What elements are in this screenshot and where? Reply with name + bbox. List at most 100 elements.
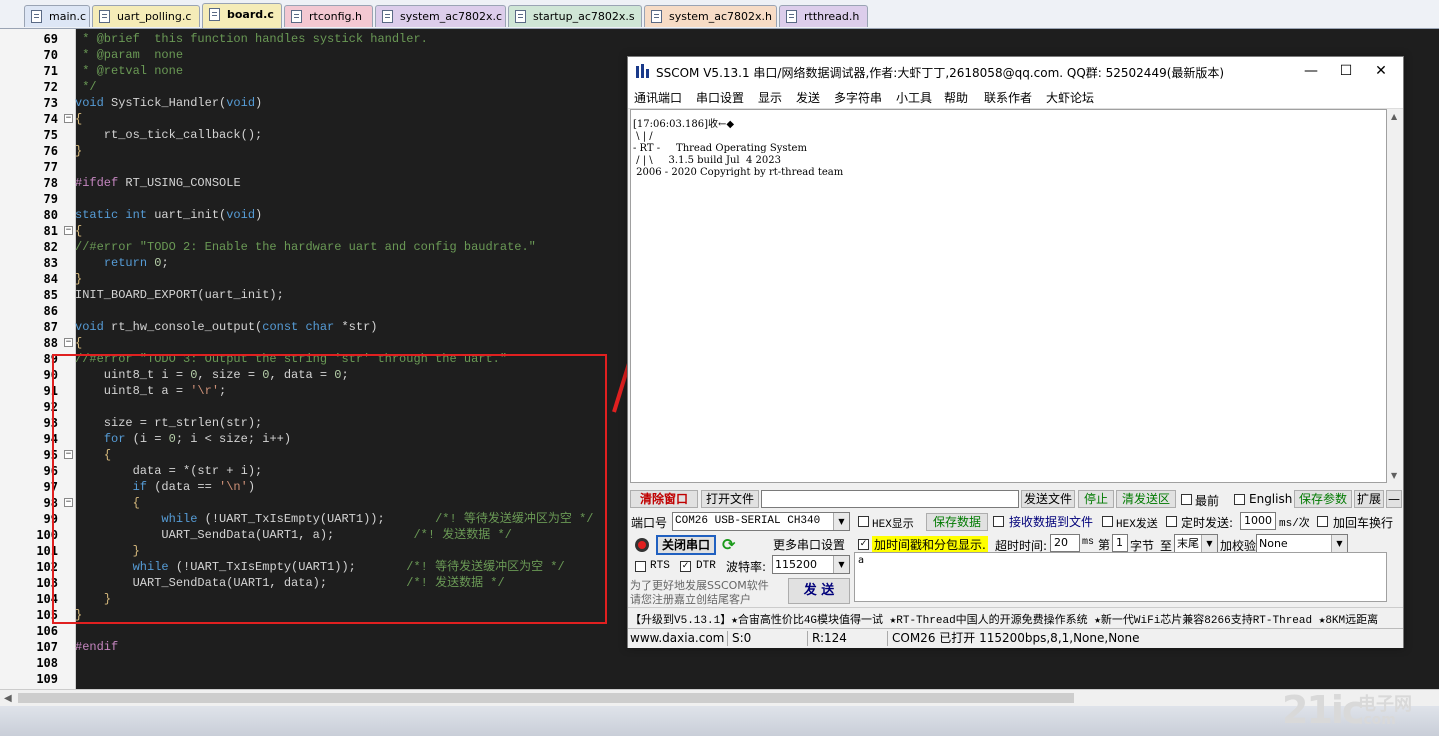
save-data-button[interactable]: 保存数据 — [926, 513, 988, 531]
menu-item[interactable]: 小工具 — [896, 89, 932, 106]
tab-main-c[interactable]: main.c — [24, 5, 90, 27]
file-icon — [291, 10, 302, 23]
tab-startup-ac7802x-s[interactable]: startup_ac7802x.s — [508, 5, 642, 27]
menu-item[interactable]: 发送 — [796, 89, 820, 106]
menu-item[interactable]: 显示 — [758, 89, 782, 106]
tab-board-c[interactable]: board.c — [202, 3, 282, 28]
code-token: ; — [161, 256, 169, 270]
menu-item[interactable]: 多字符串 — [834, 89, 882, 106]
tab-system-ac7802x-c[interactable]: system_ac7802x.c — [375, 5, 506, 27]
code-token: rt_os_tick_callback(); — [75, 128, 263, 142]
add-crlf-checkbox[interactable] — [1317, 516, 1328, 527]
code-line[interactable]: void rt_hw_console_output(const char *st… — [75, 319, 377, 335]
tab-system-ac7802x-h[interactable]: system_ac7802x.h — [644, 5, 777, 27]
sscom-window[interactable]: SSCOM V5.13.1 串口/网络数据调试器,作者:大虾丁丁,2618058… — [627, 56, 1404, 648]
port-status-icon — [635, 538, 649, 552]
tab-uart-polling-c[interactable]: uart_polling.c — [92, 5, 200, 27]
chevron-down-icon[interactable]: ▼ — [833, 513, 849, 530]
clear-send-button[interactable]: 清发送区 — [1116, 490, 1176, 508]
file-path-input[interactable] — [761, 490, 1019, 508]
port-select[interactable]: COM26 USB-SERIAL CH340 ▼ — [672, 512, 850, 531]
send-scrollbar[interactable] — [1388, 552, 1403, 602]
tab-rtconfig-h[interactable]: rtconfig.h — [284, 5, 373, 27]
scroll-thumb[interactable] — [18, 693, 1074, 703]
chevron-down-icon[interactable]: ▼ — [1331, 535, 1347, 552]
code-line[interactable]: * @retval none — [75, 63, 183, 79]
chevron-down-icon[interactable]: ▼ — [1201, 535, 1217, 552]
code-line[interactable]: void SysTick_Handler(void) — [75, 95, 262, 111]
scroll-up-icon[interactable]: ▲ — [1391, 112, 1397, 121]
rts-checkbox[interactable] — [635, 561, 646, 572]
code-line[interactable]: } — [75, 143, 82, 159]
minimize-icon[interactable]: — — [1296, 61, 1326, 81]
code-line[interactable]: return 0; — [75, 255, 169, 271]
interval-input[interactable]: 1000 — [1240, 512, 1276, 530]
line-number: 75 — [43, 128, 58, 142]
stop-button[interactable]: 停止 — [1078, 490, 1114, 508]
send-input[interactable]: a — [854, 552, 1387, 602]
menu-item[interactable]: 大虾论坛 — [1046, 89, 1094, 106]
code-line[interactable]: //#error "TODO 2: Enable the hardware ua… — [75, 239, 536, 255]
maximize-icon[interactable]: ☐ — [1331, 61, 1361, 81]
nth-input[interactable]: 1 — [1112, 534, 1128, 552]
end-select[interactable]: 末尾 ▼ — [1174, 534, 1218, 553]
scroll-left-icon[interactable]: ◀ — [4, 693, 12, 704]
interval-unit: ms/次 — [1279, 518, 1310, 530]
code-line[interactable]: * @brief this function handles systick h… — [75, 31, 428, 47]
line-number: 73 — [43, 96, 58, 110]
clear-window-button[interactable]: 清除窗口 — [630, 490, 698, 508]
send-button[interactable]: 发 送 — [788, 578, 850, 604]
send-file-button[interactable]: 发送文件 — [1021, 490, 1075, 508]
menu-item[interactable]: 联系作者 — [984, 89, 1032, 106]
close-icon[interactable]: ✕ — [1366, 61, 1396, 81]
code-line[interactable]: #ifdef RT_USING_CONSOLE — [75, 175, 241, 191]
code-line[interactable]: rt_os_tick_callback(); — [75, 127, 262, 143]
promo-line-2[interactable]: 请您注册嘉立创结尾客户 — [630, 591, 751, 607]
more-settings-label[interactable]: 更多串口设置 — [773, 536, 845, 553]
save-params-button[interactable]: 保存参数 — [1294, 490, 1352, 508]
code-line[interactable]: #endif — [75, 639, 118, 655]
timeout-input[interactable]: 20 — [1050, 534, 1080, 552]
receive-area[interactable]: [17:06:03.186]收←◆ \ | / - RT - Thread Op… — [630, 109, 1387, 483]
hex-display-checkbox[interactable] — [858, 516, 869, 527]
news-ticker[interactable]: 【升级到V5.13.1】★合宙高性价比4G模块值得一试 ★RT-Thread中国… — [628, 607, 1403, 628]
checksum-select[interactable]: None ▼ — [1256, 534, 1348, 553]
code-line[interactable]: * @param none — [75, 47, 183, 63]
close-port-button[interactable]: 关闭串口 — [656, 535, 716, 555]
timed-send-checkbox[interactable] — [1166, 516, 1177, 527]
line-number: 93 — [43, 416, 58, 430]
hex-send-checkbox[interactable] — [1102, 516, 1113, 527]
code-line[interactable]: */ — [75, 79, 96, 95]
fold-toggle-icon[interactable]: − — [64, 338, 73, 347]
code-line[interactable]: INIT_BOARD_EXPORT(uart_init); — [75, 287, 284, 303]
fold-toggle-icon[interactable]: − — [64, 114, 73, 123]
topmost-checkbox[interactable] — [1181, 494, 1192, 505]
dtr-checkbox[interactable]: ✓ — [680, 561, 691, 572]
code-line[interactable]: static int uart_init(void) — [75, 207, 262, 223]
code-line[interactable]: { — [75, 223, 82, 239]
sscom-titlebar[interactable]: SSCOM V5.13.1 串口/网络数据调试器,作者:大虾丁丁,2618058… — [628, 57, 1403, 86]
code-token: return — [103, 256, 148, 270]
recv-to-file-label: 接收数据到文件 — [1009, 515, 1094, 529]
menu-item[interactable]: 串口设置 — [696, 89, 744, 106]
code-line[interactable]: { — [75, 335, 82, 351]
baud-select[interactable]: 115200 ▼ — [772, 555, 850, 574]
status-site[interactable]: www.daxia.com — [628, 631, 728, 646]
fold-toggle-icon[interactable]: − — [64, 226, 73, 235]
english-checkbox[interactable] — [1234, 494, 1245, 505]
code-line[interactable]: } — [75, 271, 82, 287]
menu-item[interactable]: 通讯端口 — [634, 89, 682, 106]
receive-scrollbar[interactable]: ▲ ▼ — [1388, 109, 1403, 483]
chevron-down-icon[interactable]: ▼ — [833, 556, 849, 573]
recv-to-file-checkbox[interactable] — [993, 516, 1004, 527]
scroll-down-icon[interactable]: ▼ — [1391, 471, 1397, 480]
tab-rtthread-h[interactable]: rtthread.h — [779, 5, 868, 27]
code-line[interactable]: { — [75, 111, 82, 127]
expand-button[interactable]: 扩展 — [1354, 490, 1384, 508]
editor-horizontal-scrollbar[interactable]: ◀ — [0, 689, 1439, 707]
open-file-button[interactable]: 打开文件 — [701, 490, 759, 508]
timestamp-checkbox[interactable]: ✓ — [858, 539, 869, 550]
menu-item[interactable]: 帮助 — [944, 89, 968, 106]
collapse-button[interactable]: — — [1386, 490, 1402, 508]
refresh-icon[interactable]: ⟳ — [722, 535, 735, 554]
